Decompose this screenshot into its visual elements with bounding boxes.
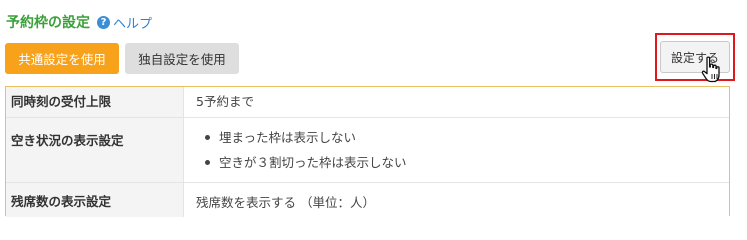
row-label: 空き状況の表示設定 xyxy=(6,118,184,182)
row-label: 残席数の表示設定 xyxy=(6,183,184,217)
table-row: 空き状況の表示設定 埋まった枠は表示しない 空きが３割切った枠は表示しない xyxy=(6,118,729,183)
row-value: 残席数を表示する （単位：人） xyxy=(196,195,375,210)
use-common-settings-button[interactable]: 共通設定を使用 xyxy=(5,43,119,74)
list-item: 埋まった枠は表示しない xyxy=(204,125,407,150)
hand-pointer-cursor-icon xyxy=(701,56,720,83)
row-value: 5予約まで xyxy=(196,94,254,109)
help-link[interactable]: ヘルプ xyxy=(113,13,152,32)
table-row: 同時刻の受付上限 5予約まで xyxy=(6,87,729,118)
availability-list: 埋まった枠は表示しない 空きが３割切った枠は表示しない xyxy=(204,118,407,175)
use-own-settings-button[interactable]: 独自設定を使用 xyxy=(125,43,239,74)
table-row: 残席数の表示設定 残席数を表示する （単位：人） xyxy=(6,183,729,217)
list-item: 空きが３割切った枠は表示しない xyxy=(204,150,407,175)
settings-table: 同時刻の受付上限 5予約まで 空き状況の表示設定 埋まった枠は表示しない 空きが… xyxy=(5,86,730,217)
header: 予約枠の設定 ? ヘルプ xyxy=(6,12,152,32)
page-title: 予約枠の設定 xyxy=(6,15,90,31)
row-label: 同時刻の受付上限 xyxy=(6,87,184,117)
help-icon[interactable]: ? xyxy=(97,15,110,29)
